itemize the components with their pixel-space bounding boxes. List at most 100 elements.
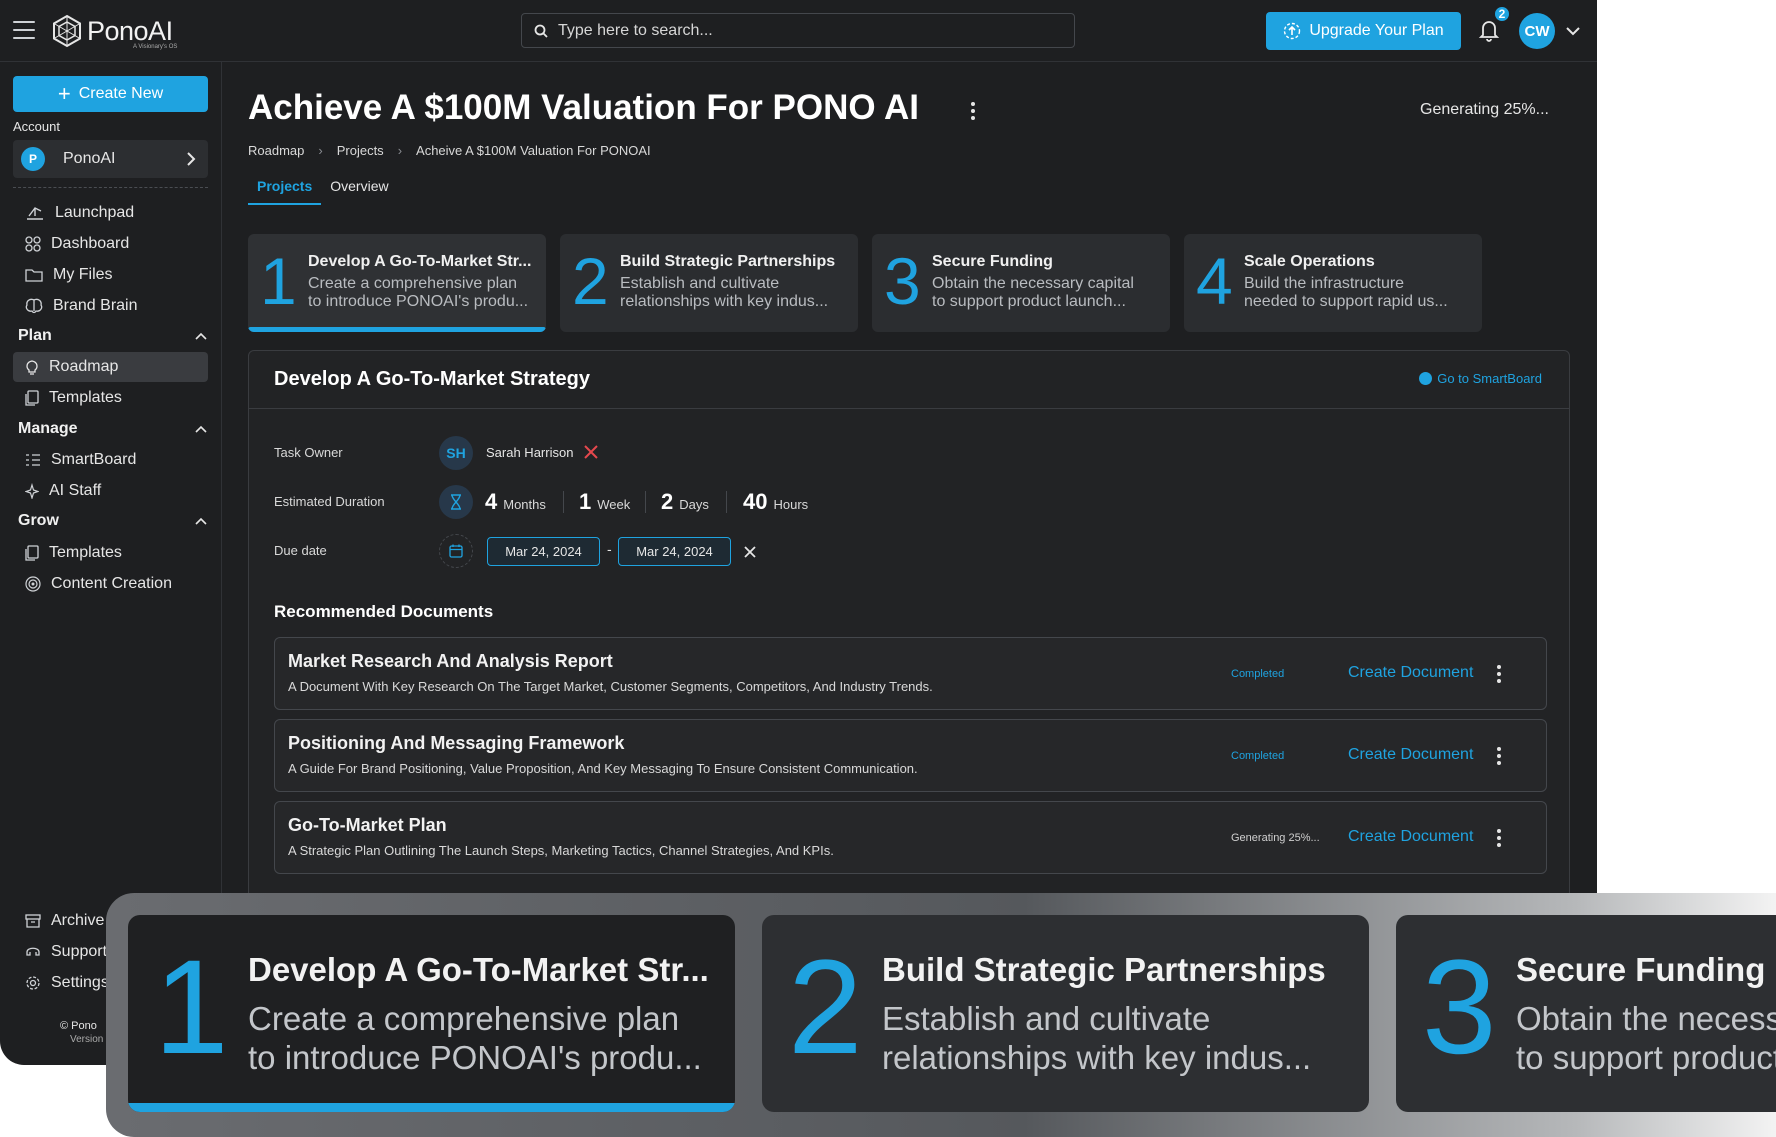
due-date-label: Due date bbox=[274, 543, 327, 558]
account-selector[interactable]: P PonoAI bbox=[13, 140, 208, 178]
support-icon bbox=[26, 947, 40, 956]
sidebar-item-roadmap[interactable]: Roadmap bbox=[13, 352, 208, 382]
section-manage[interactable]: Manage bbox=[18, 420, 208, 438]
sidebar-item-grow-templates[interactable]: Templates bbox=[13, 538, 208, 568]
sidebar-item-launchpad[interactable]: Launchpad bbox=[13, 198, 208, 228]
upgrade-plan-button[interactable]: Upgrade Your Plan bbox=[1266, 12, 1461, 50]
logo-mark-icon bbox=[53, 14, 81, 48]
sparkle-icon bbox=[25, 483, 39, 499]
sidebar-item-label: Launchpad bbox=[55, 204, 135, 221]
step-description: Obtain the necessary capitalto support p… bbox=[1516, 999, 1776, 1077]
dashboard-icon bbox=[25, 236, 41, 252]
step-number: 2 bbox=[788, 933, 863, 1082]
breadcrumb-roadmap[interactable]: Roadmap bbox=[248, 143, 304, 158]
templates-icon bbox=[25, 390, 39, 406]
menu-icon[interactable] bbox=[13, 21, 35, 39]
search-input[interactable] bbox=[558, 21, 1038, 40]
create-new-button[interactable]: + Create New bbox=[13, 76, 208, 112]
sidebar-item-ai-staff[interactable]: AI Staff bbox=[13, 476, 208, 506]
task-owner-label: Task Owner bbox=[274, 445, 343, 460]
logo[interactable]: PonoAI A Visionary's OS bbox=[51, 14, 177, 50]
duration-unit: Days bbox=[679, 497, 709, 512]
step-desc-line: to introduce PONOAI's produ... bbox=[308, 293, 529, 310]
zoomed-step-cards-callout: 1 Develop A Go-To-Market Str... Create a… bbox=[106, 893, 1776, 1137]
zoomed-step-card: 3 Secure Funding Obtain the necessary ca… bbox=[1396, 915, 1776, 1112]
step-desc-line: relationships with key indus... bbox=[882, 1039, 1312, 1076]
due-date-end-input[interactable]: Mar 24, 2024 bbox=[618, 537, 731, 566]
tab-overview[interactable]: Overview bbox=[321, 178, 397, 205]
breadcrumb-projects[interactable]: Projects bbox=[337, 143, 384, 158]
document-row[interactable]: Go-To-Market Plan A Strategic Plan Outli… bbox=[274, 801, 1547, 874]
chevron-down-icon[interactable] bbox=[1564, 22, 1582, 40]
sidebar-item-label: My Files bbox=[53, 266, 113, 283]
section-grow[interactable]: Grow bbox=[18, 512, 208, 530]
step-card[interactable]: 2 Build Strategic Partnerships Establish… bbox=[560, 234, 858, 332]
step-description: Create a comprehensive plan to introduce … bbox=[248, 999, 702, 1077]
create-document-button[interactable]: Create Document bbox=[1348, 828, 1473, 846]
step-desc-line: to support product launch... bbox=[1516, 1039, 1776, 1076]
tab-bar: Projects Overview bbox=[248, 178, 398, 205]
step-card[interactable]: 4 Scale Operations Build the infrastruct… bbox=[1184, 234, 1482, 332]
account-avatar: P bbox=[21, 147, 45, 171]
step-card[interactable]: 3 Secure Funding Obtain the necessary ca… bbox=[872, 234, 1170, 332]
logo-text: PonoAI bbox=[87, 15, 173, 46]
recommended-documents-title: Recommended Documents bbox=[274, 602, 494, 621]
sidebar-item-dashboard[interactable]: Dashboard bbox=[13, 229, 208, 259]
step-desc-line: Obtain the necessary capital bbox=[932, 275, 1134, 292]
step-card[interactable]: 1 Develop A Go-To-Market Str... Create a… bbox=[248, 234, 546, 332]
create-document-button[interactable]: Create Document bbox=[1348, 664, 1473, 682]
step-desc-line: Establish and cultivate bbox=[620, 275, 780, 292]
document-row[interactable]: Market Research And Analysis Report A Do… bbox=[274, 637, 1547, 710]
section-plan-label: Plan bbox=[18, 327, 52, 344]
chevron-right-icon bbox=[187, 152, 196, 166]
section-manage-label: Manage bbox=[18, 420, 78, 437]
sidebar-item-brand-brain[interactable]: Brand Brain bbox=[13, 291, 208, 321]
archive-icon bbox=[25, 914, 41, 928]
calendar-icon[interactable] bbox=[439, 534, 473, 568]
upgrade-icon bbox=[1284, 22, 1301, 40]
page-title: Achieve A $100M Valuation For PONO AI bbox=[248, 88, 920, 127]
document-title: Positioning And Messaging Framework bbox=[288, 733, 625, 753]
upgrade-label: Upgrade Your Plan bbox=[1309, 22, 1444, 39]
sidebar-item-my-files[interactable]: My Files bbox=[13, 260, 208, 290]
document-row[interactable]: Positioning And Messaging Framework A Gu… bbox=[274, 719, 1547, 792]
step-title: Secure Funding bbox=[1516, 951, 1766, 988]
duration-unit: Hours bbox=[773, 497, 809, 512]
plus-icon: + bbox=[57, 81, 71, 106]
step-desc-line: relationships with key indus... bbox=[620, 293, 829, 310]
search-bar[interactable] bbox=[521, 13, 1075, 48]
create-document-button[interactable]: Create Document bbox=[1348, 746, 1473, 764]
sidebar-item-label: Content Creation bbox=[51, 575, 172, 592]
launchpad-icon bbox=[27, 207, 43, 220]
duration-value: 2 bbox=[661, 489, 674, 514]
date-separator: - bbox=[607, 541, 612, 557]
zoomed-step-card: 2 Build Strategic Partnerships Establish… bbox=[762, 915, 1369, 1112]
step-desc-line: to support product launch... bbox=[932, 293, 1126, 310]
step-title: Secure Funding bbox=[932, 253, 1053, 270]
step-title: Build Strategic Partnerships bbox=[620, 253, 836, 270]
close-icon[interactable] bbox=[582, 443, 600, 461]
notification-badge: 2 bbox=[1493, 5, 1511, 23]
sidebar-item-smartboard[interactable]: SmartBoard bbox=[13, 445, 208, 475]
zoomed-step-card: 1 Develop A Go-To-Market Str... Create a… bbox=[128, 915, 735, 1112]
tab-projects[interactable]: Projects bbox=[248, 178, 322, 205]
chevron-up-icon bbox=[195, 332, 207, 340]
due-date-start-input[interactable]: Mar 24, 2024 bbox=[487, 537, 600, 566]
smartboard-icon bbox=[26, 454, 40, 466]
user-avatar[interactable]: CW bbox=[1519, 13, 1555, 49]
sidebar-item-content-creation[interactable]: Content Creation bbox=[13, 569, 208, 599]
step-description: Create a comprehensive plan to introduce … bbox=[308, 275, 536, 311]
target-icon bbox=[25, 576, 41, 592]
more-vertical-icon[interactable] bbox=[1496, 746, 1502, 766]
duration-value: 1 bbox=[579, 489, 592, 514]
go-to-smartboard-link[interactable]: Go to SmartBoard bbox=[1419, 371, 1542, 386]
section-plan[interactable]: Plan bbox=[18, 327, 208, 345]
more-vertical-icon[interactable] bbox=[1496, 664, 1502, 684]
clear-date-icon[interactable] bbox=[743, 545, 757, 559]
step-description: Build the infrastructure needed to suppor… bbox=[1244, 275, 1472, 311]
more-vertical-icon[interactable] bbox=[970, 100, 976, 122]
owner-avatar: SH bbox=[439, 436, 473, 470]
more-vertical-icon[interactable] bbox=[1496, 828, 1502, 848]
hourglass-icon bbox=[439, 485, 473, 519]
sidebar-item-templates[interactable]: Templates bbox=[13, 383, 208, 413]
